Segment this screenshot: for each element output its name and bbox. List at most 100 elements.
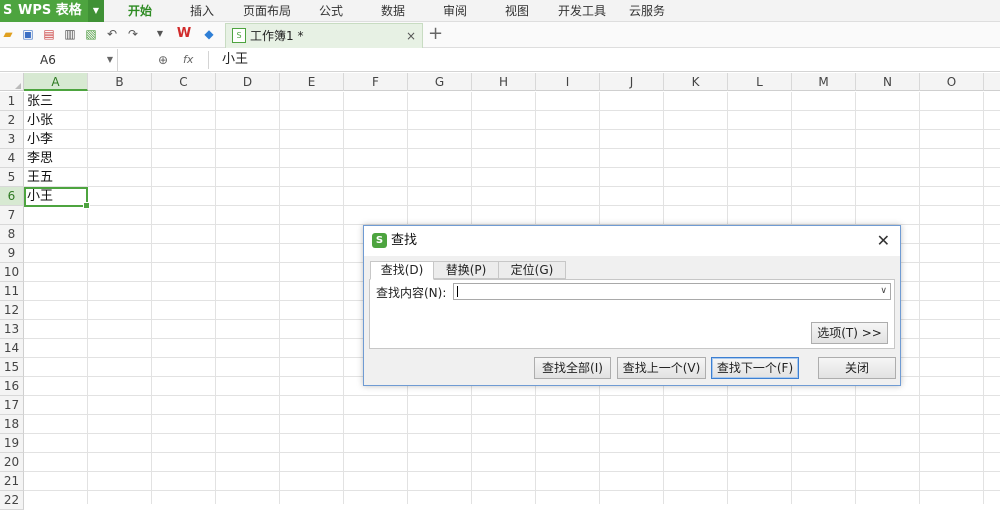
find-input[interactable]: ∨ — [453, 283, 891, 300]
column-header-i[interactable]: I — [536, 73, 600, 91]
quick-access-toolbar: ▰ ▣ ▤ ▥ ▧ ↶ ↷ ▼ W ◆ S 工作簿1 * × + — [0, 22, 1000, 48]
cell-a5[interactable]: 王五 — [27, 168, 53, 187]
row-header-3[interactable]: 3 — [0, 130, 24, 149]
spreadsheet-file-icon: S — [232, 28, 246, 43]
preview-icon[interactable]: ▧ — [83, 26, 99, 42]
close-button[interactable]: 关闭 — [818, 357, 896, 379]
options-button[interactable]: 选项(T) >> — [811, 322, 888, 344]
menu-bar: S WPS 表格 ▼ 开始 插入 页面布局 公式 数据 审阅 视图 开发工具 云… — [0, 0, 1000, 22]
find-panel: 查找内容(N): ∨ 选项(T) >> — [369, 279, 895, 349]
cell-a3[interactable]: 小李 — [27, 130, 53, 149]
row-header-5[interactable]: 5 — [0, 168, 24, 187]
redo-icon[interactable]: ↷ — [125, 26, 141, 42]
text-caret — [457, 286, 458, 297]
menu-start[interactable]: 开始 — [128, 0, 152, 22]
row-header-6[interactable]: 6 — [0, 187, 24, 206]
cell-a2[interactable]: 小张 — [27, 111, 53, 130]
close-icon[interactable]: ✕ — [877, 226, 890, 256]
tab-goto[interactable]: 定位(G) — [498, 261, 566, 279]
new-tab-button[interactable]: + — [428, 24, 443, 44]
menu-review[interactable]: 审阅 — [443, 0, 467, 22]
zoom-icon[interactable]: ⊕ — [158, 51, 168, 69]
save-icon[interactable]: ▣ — [20, 26, 36, 42]
dialog-title-bar[interactable]: S 查找 ✕ — [364, 226, 900, 256]
column-headers: ABCDEFGHIJKLMNO — [0, 73, 1000, 91]
column-header-f[interactable]: F — [344, 73, 408, 91]
row-header-1[interactable]: 1 — [0, 92, 24, 111]
row-header-18[interactable]: 18 — [0, 415, 24, 434]
active-cell-cursor[interactable] — [24, 187, 90, 209]
menu-data[interactable]: 数据 — [381, 0, 405, 22]
chevron-down-icon[interactable]: ▼ — [88, 0, 104, 22]
menu-insert[interactable]: 插入 — [190, 0, 214, 22]
row-header-2[interactable]: 2 — [0, 111, 24, 130]
menu-cloud[interactable]: 云服务 — [629, 0, 665, 22]
column-header-l[interactable]: L — [728, 73, 792, 91]
menu-developer[interactable]: 开发工具 — [558, 0, 606, 22]
row-header-16[interactable]: 16 — [0, 377, 24, 396]
wps-logo-icon: S — [372, 233, 387, 248]
find-dialog: S 查找 ✕ 查找(D) 替换(P) 定位(G) 查找内容(N): ∨ 选项(T… — [363, 225, 901, 386]
menu-view[interactable]: 视图 — [505, 0, 529, 22]
find-next-button[interactable]: 查找下一个(F) — [711, 357, 799, 379]
row-header-4[interactable]: 4 — [0, 149, 24, 168]
column-header-d[interactable]: D — [216, 73, 280, 91]
column-header-o[interactable]: O — [920, 73, 984, 91]
divider — [208, 51, 209, 69]
column-header-m[interactable]: M — [792, 73, 856, 91]
column-header-a[interactable]: A — [24, 73, 88, 91]
row-header-15[interactable]: 15 — [0, 358, 24, 377]
row-header-22[interactable]: 22 — [0, 491, 24, 510]
column-header-h[interactable]: H — [472, 73, 536, 91]
tab-replace[interactable]: 替换(P) — [433, 261, 499, 279]
row-header-21[interactable]: 21 — [0, 472, 24, 491]
chevron-down-icon[interactable]: ▼ — [107, 49, 113, 71]
column-header-b[interactable]: B — [88, 73, 152, 91]
name-box[interactable]: A6 ▼ — [0, 49, 118, 71]
formula-input[interactable]: 小王 — [222, 48, 248, 72]
cell-a4[interactable]: 李思 — [27, 149, 53, 168]
column-header-g[interactable]: G — [408, 73, 472, 91]
menu-formulas[interactable]: 公式 — [319, 0, 343, 22]
select-all-corner[interactable] — [0, 73, 24, 91]
row-header-20[interactable]: 20 — [0, 453, 24, 472]
row-header-7[interactable]: 7 — [0, 206, 24, 225]
find-previous-button[interactable]: 查找上一个(V) — [617, 357, 706, 379]
document-tab-label: 工作簿1 * — [250, 29, 304, 43]
row-header-17[interactable]: 17 — [0, 396, 24, 415]
open-icon[interactable]: ▰ — [0, 26, 16, 42]
column-header-k[interactable]: K — [664, 73, 728, 91]
row-header-10[interactable]: 10 — [0, 263, 24, 282]
formula-bar: A6 ▼ ⊕ fx 小王 — [0, 48, 1000, 72]
close-icon[interactable]: × — [406, 24, 416, 48]
menu-page-layout[interactable]: 页面布局 — [243, 0, 291, 22]
row-header-12[interactable]: 12 — [0, 301, 24, 320]
cube-icon[interactable]: ◆ — [201, 26, 217, 42]
wps-logo-icon: S — [3, 3, 13, 18]
cell-a1[interactable]: 张三 — [27, 92, 53, 111]
wps-logo-icon[interactable]: W — [176, 26, 192, 42]
row-header-9[interactable]: 9 — [0, 244, 24, 263]
function-icon[interactable]: fx — [183, 51, 193, 69]
row-header-14[interactable]: 14 — [0, 339, 24, 358]
row-header-8[interactable]: 8 — [0, 225, 24, 244]
print-icon[interactable]: ▥ — [62, 26, 78, 42]
cell-reference: A6 — [40, 53, 56, 67]
app-menu-button[interactable]: S WPS 表格 ▼ — [0, 0, 104, 22]
column-header-n[interactable]: N — [856, 73, 920, 91]
undo-icon[interactable]: ↶ — [104, 26, 120, 42]
find-all-button[interactable]: 查找全部(I) — [534, 357, 611, 379]
tab-find[interactable]: 查找(D) — [370, 261, 434, 280]
column-header-j[interactable]: J — [600, 73, 664, 91]
row-header-13[interactable]: 13 — [0, 320, 24, 339]
column-header-e[interactable]: E — [280, 73, 344, 91]
row-header-19[interactable]: 19 — [0, 434, 24, 453]
dropdown-icon[interactable]: ▼ — [152, 26, 168, 42]
document-tab[interactable]: S 工作簿1 * × — [225, 23, 423, 48]
export-icon[interactable]: ▤ — [41, 26, 57, 42]
row-header-11[interactable]: 11 — [0, 282, 24, 301]
dialog-title: 查找 — [391, 233, 418, 248]
column-header-c[interactable]: C — [152, 73, 216, 91]
app-name: WPS 表格 — [18, 3, 82, 18]
chevron-down-icon[interactable]: ∨ — [880, 284, 887, 299]
